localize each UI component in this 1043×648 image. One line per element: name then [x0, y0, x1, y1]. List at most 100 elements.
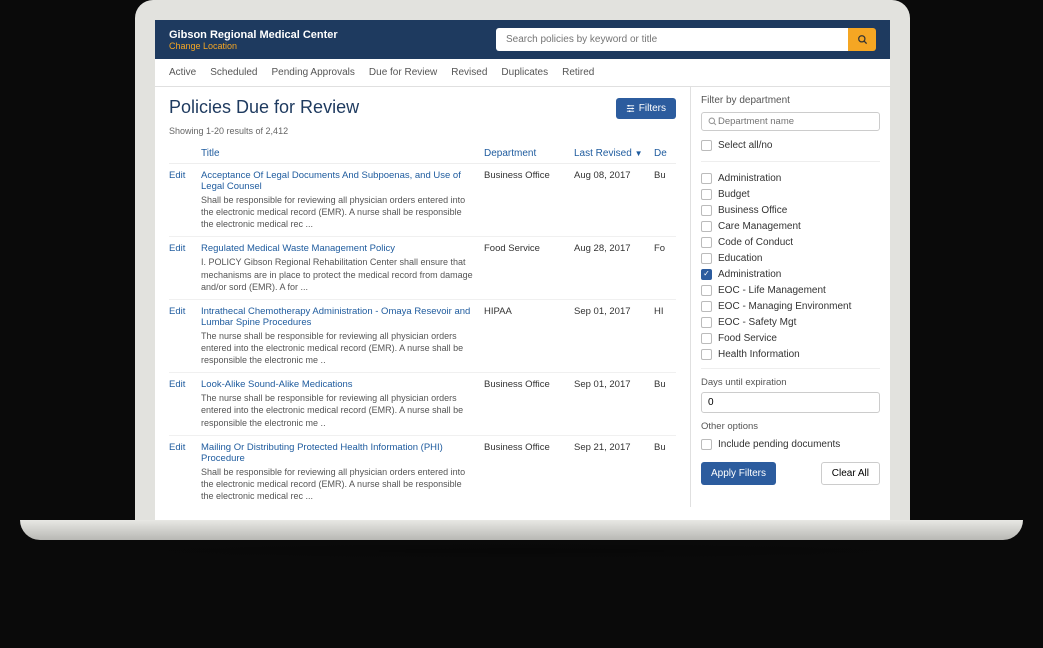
policy-title-link[interactable]: Mailing Or Distributing Protected Health… [201, 442, 474, 464]
dept-option[interactable]: EOC - Safety Mgt [701, 314, 880, 330]
col-last-revised[interactable]: Last Revised ▼ [574, 148, 654, 159]
title-cell: Acceptance Of Legal Documents And Subpoe… [201, 170, 484, 230]
dept-label: Business Office [718, 205, 787, 216]
search-icon [707, 116, 718, 127]
table-row: EditIntrathecal Chemotherapy Administrat… [169, 300, 676, 373]
brand-block: Gibson Regional Medical Center Change Lo… [169, 29, 338, 51]
dept-option[interactable]: Care Management [701, 218, 880, 234]
dept-option[interactable]: Administration [701, 266, 880, 282]
edit-link[interactable]: Edit [169, 306, 201, 366]
checkbox-icon [701, 269, 712, 280]
tab-duplicates[interactable]: Duplicates [501, 67, 548, 78]
policy-title-link[interactable]: Look-Alike Sound-Alike Medications [201, 379, 474, 390]
department-cell: HIPAA [484, 306, 574, 366]
department-cell: Business Office [484, 442, 574, 502]
last-revised-cell: Aug 28, 2017 [574, 243, 654, 292]
dept-label: Food Service [718, 333, 777, 344]
checkbox-icon [701, 140, 712, 151]
filters-button-label: Filters [639, 103, 666, 114]
table-row: EditAcceptance Of Legal Documents And Su… [169, 164, 676, 237]
change-location-link[interactable]: Change Location [169, 41, 338, 51]
col-title[interactable]: Title [201, 148, 484, 159]
checkbox-icon [701, 317, 712, 328]
checkbox-icon [701, 285, 712, 296]
dept-label: Administration [718, 269, 781, 280]
edit-link[interactable]: Edit [169, 379, 201, 428]
dept-label: Code of Conduct [718, 237, 793, 248]
org-title: Gibson Regional Medical Center [169, 29, 338, 41]
dept-label: Budget [718, 189, 750, 200]
dept-option[interactable]: EOC - Managing Environment [701, 298, 880, 314]
truncated-cell: Fo [654, 243, 676, 292]
dept-label: Administration [718, 173, 781, 184]
filters-icon [626, 104, 635, 113]
edit-link[interactable]: Edit [169, 442, 201, 502]
table-row: EditLook-Alike Sound-Alike Medications Th… [169, 373, 676, 435]
dept-option[interactable]: Health Information [701, 346, 880, 360]
edit-link[interactable]: Edit [169, 243, 201, 292]
tab-scheduled[interactable]: Scheduled [210, 67, 257, 78]
results-count: Showing 1-20 results of 2,412 [169, 126, 676, 136]
checkbox-icon [701, 205, 712, 216]
dept-search-input[interactable] [718, 116, 874, 127]
truncated-cell: Bu [654, 442, 676, 502]
title-cell: Mailing Or Distributing Protected Health… [201, 442, 484, 502]
table-row: EditRegulated Medical Waste Management P… [169, 237, 676, 299]
dept-label: EOC - Safety Mgt [718, 317, 796, 328]
dept-search-wrap [701, 112, 880, 131]
search-input[interactable] [496, 28, 848, 51]
filters-button[interactable]: Filters [616, 98, 676, 119]
checkbox-icon [701, 253, 712, 264]
tab-retired[interactable]: Retired [562, 67, 594, 78]
laptop-shadow [50, 542, 993, 560]
checkbox-icon [701, 301, 712, 312]
dept-option[interactable]: Business Office [701, 202, 880, 218]
last-revised-cell: Sep 21, 2017 [574, 442, 654, 502]
policy-title-link[interactable]: Regulated Medical Waste Management Polic… [201, 243, 474, 254]
last-revised-cell: Sep 01, 2017 [574, 379, 654, 428]
select-all-label: Select all/no [718, 140, 772, 151]
checkbox-icon [701, 189, 712, 200]
tab-pending-approvals[interactable]: Pending Approvals [272, 67, 355, 78]
truncated-cell: Bu [654, 170, 676, 230]
filter-panel: Filter by department Select all/no Admin… [690, 87, 890, 507]
col-truncated[interactable]: De [654, 148, 676, 159]
dept-option[interactable]: Administration [701, 170, 880, 186]
policy-title-link[interactable]: Intrathecal Chemotherapy Administration … [201, 306, 474, 328]
checkbox-icon [701, 237, 712, 248]
sort-desc-icon: ▼ [635, 149, 643, 158]
dept-option[interactable]: Food Service [701, 330, 880, 346]
tab-due-for-review[interactable]: Due for Review [369, 67, 437, 78]
policy-description: The nurse shall be responsible for revie… [201, 331, 463, 365]
clear-all-button[interactable]: Clear All [821, 462, 880, 485]
dept-option[interactable]: EOC - Life Management [701, 282, 880, 298]
policy-description: The nurse shall be responsible for revie… [201, 393, 463, 427]
tab-revised[interactable]: Revised [451, 67, 487, 78]
days-label: Days until expiration [701, 377, 880, 388]
top-bar: Gibson Regional Medical Center Change Lo… [155, 20, 890, 59]
dept-option[interactable]: Code of Conduct [701, 234, 880, 250]
policy-title-link[interactable]: Acceptance Of Legal Documents And Subpoe… [201, 170, 474, 192]
checkbox-icon [701, 439, 712, 450]
col-department[interactable]: Department [484, 148, 574, 159]
page-title: Policies Due for Review [169, 97, 359, 118]
include-pending-toggle[interactable]: Include pending documents [701, 436, 880, 452]
policy-description: Shall be responsible for reviewing all p… [201, 195, 465, 229]
edit-link[interactable]: Edit [169, 170, 201, 230]
select-all-toggle[interactable]: Select all/no [701, 137, 880, 153]
apply-filters-button[interactable]: Apply Filters [701, 462, 776, 485]
table-header: Title Department Last Revised ▼ De [169, 144, 676, 164]
filter-heading: Filter by department [701, 95, 880, 106]
checkbox-icon [701, 333, 712, 344]
department-cell: Business Office [484, 170, 574, 230]
tab-active[interactable]: Active [169, 67, 196, 78]
status-tabs: Active Scheduled Pending Approvals Due for … [155, 59, 890, 87]
days-until-expiration-input[interactable] [701, 392, 880, 413]
title-cell: Look-Alike Sound-Alike Medications The nu… [201, 379, 484, 428]
dept-option[interactable]: Budget [701, 186, 880, 202]
other-options-label: Other options [701, 421, 880, 432]
dept-label: Care Management [718, 221, 801, 232]
search-button[interactable] [848, 28, 876, 51]
last-revised-cell: Sep 01, 2017 [574, 306, 654, 366]
dept-option[interactable]: Education [701, 250, 880, 266]
